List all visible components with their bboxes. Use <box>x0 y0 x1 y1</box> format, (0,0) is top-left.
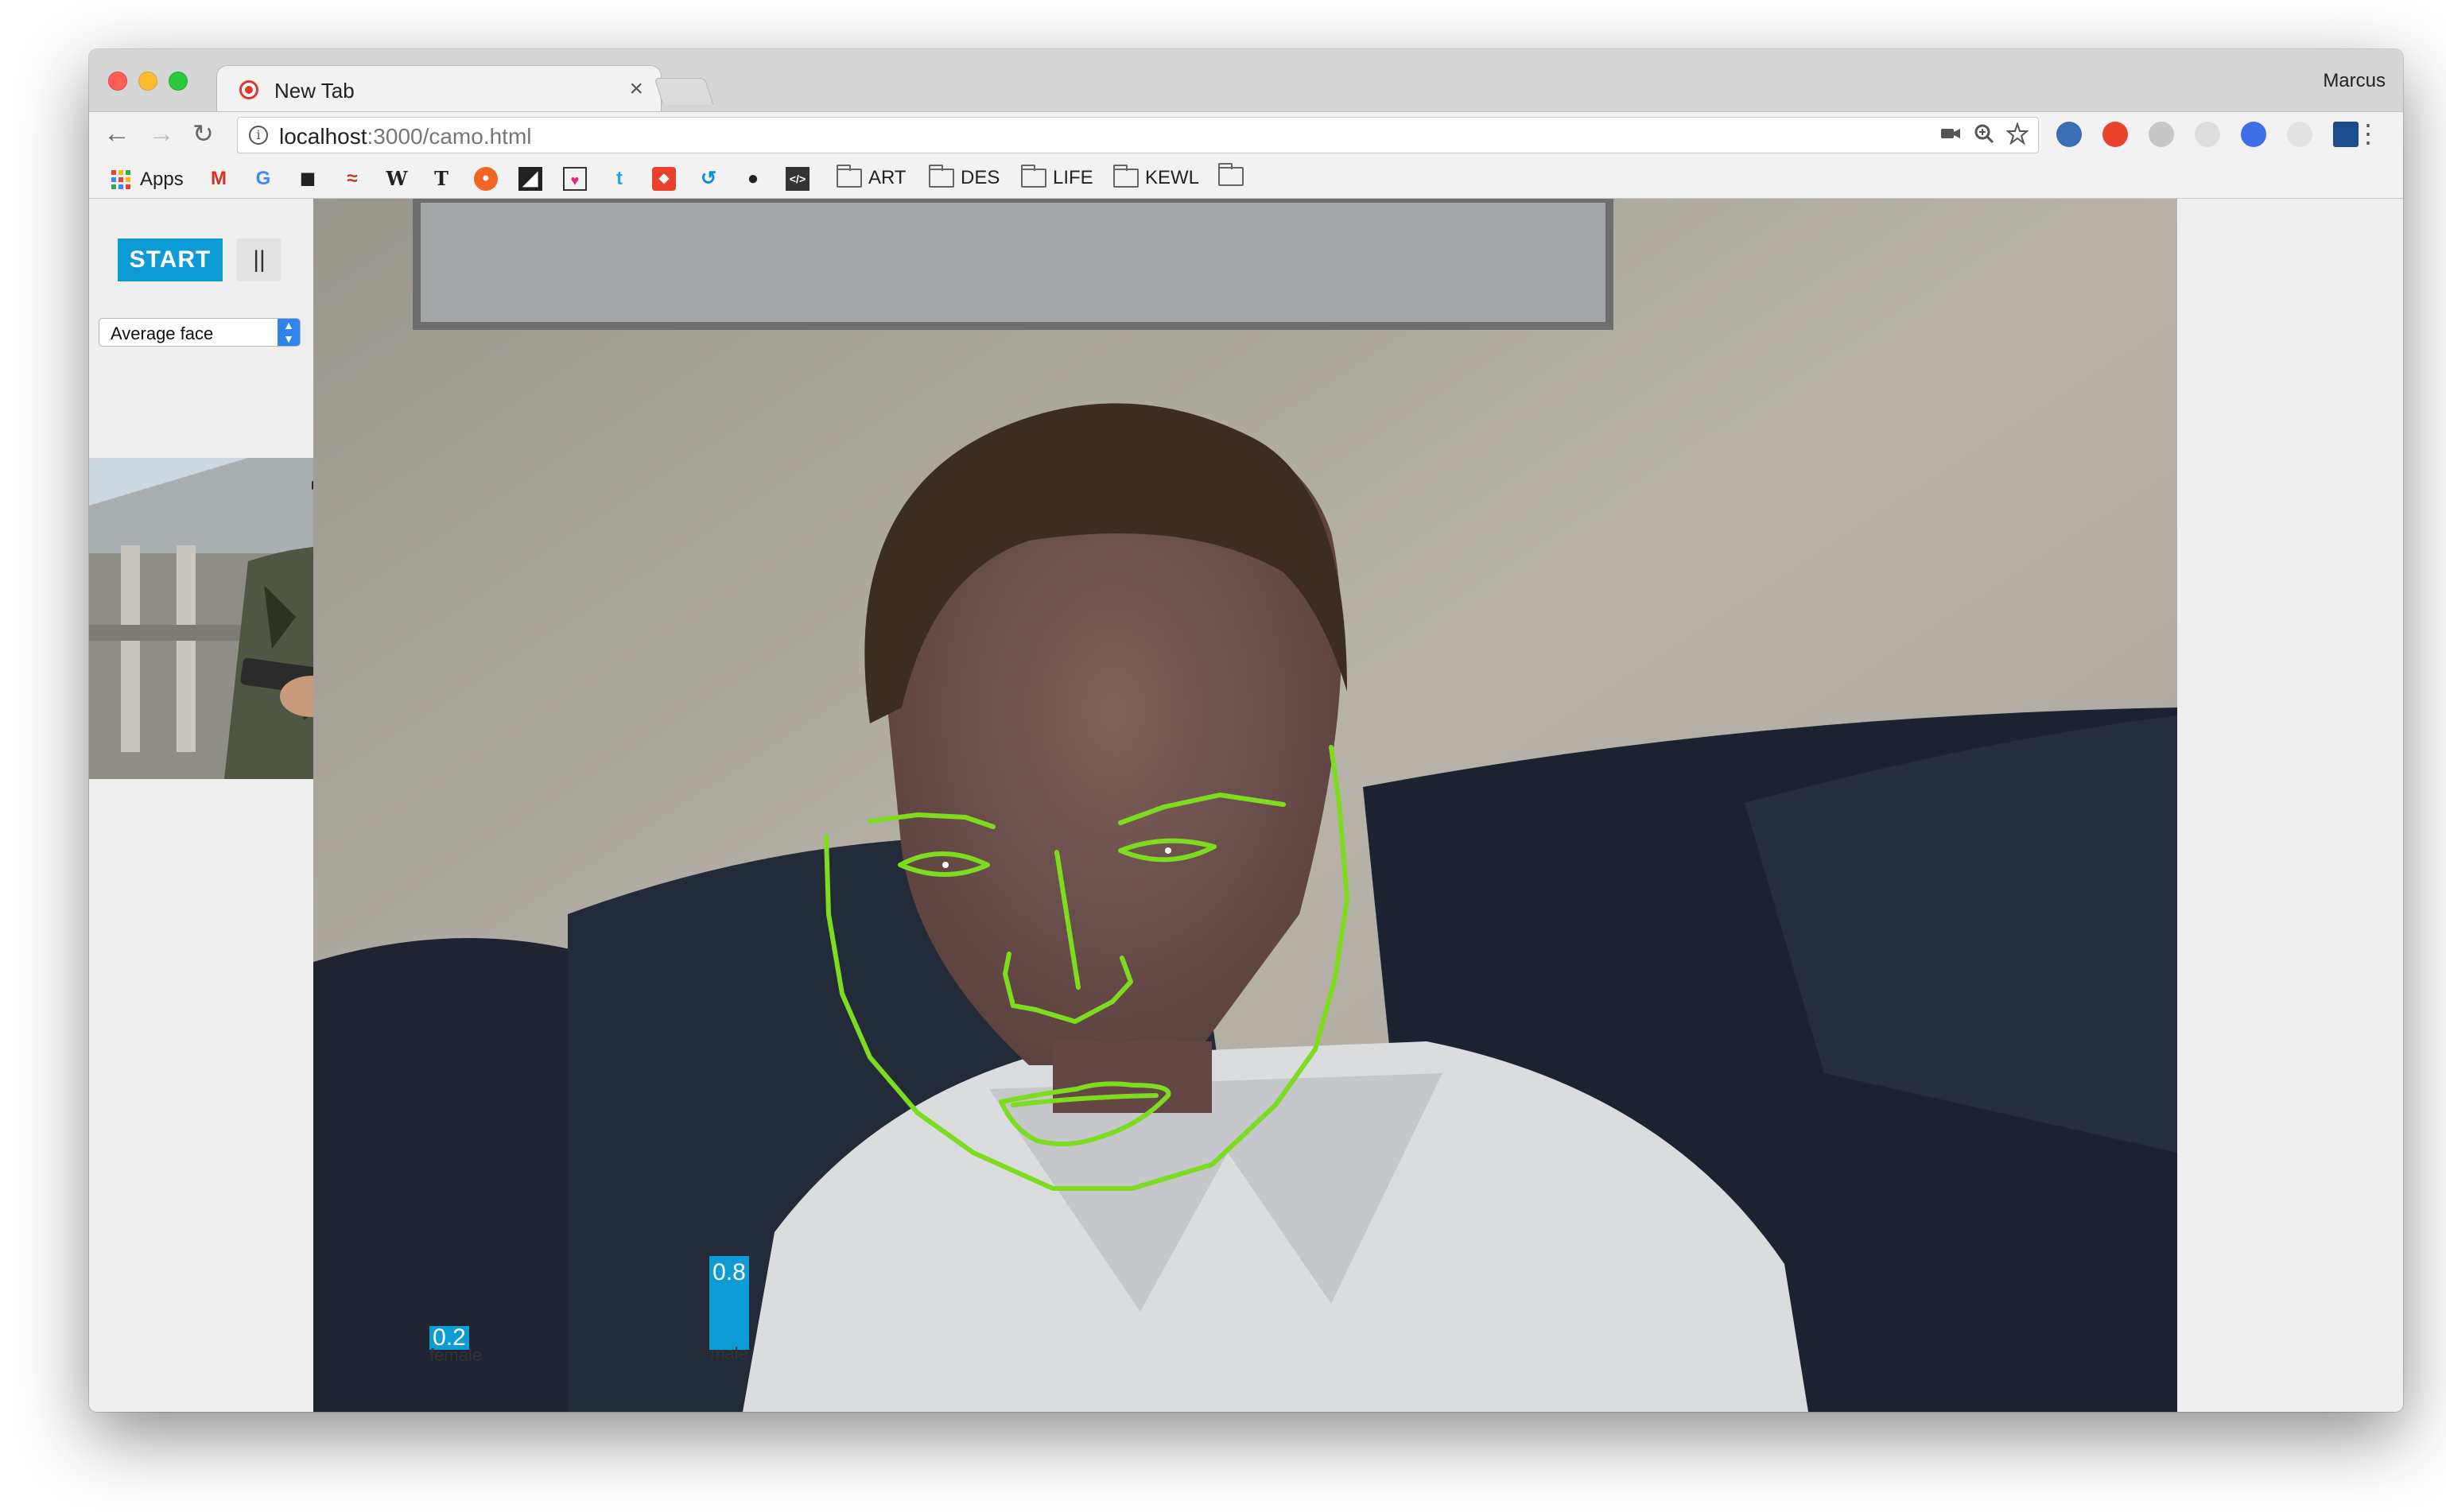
left-brow <box>868 812 996 829</box>
pause-button[interactable]: || <box>237 238 281 281</box>
address-bar[interactable]: i localhost:3000/camo.html <box>237 117 2039 153</box>
folder-icon <box>1021 165 1046 188</box>
browser-window: New Tab × Marcus ← → ↻ i localhost:3000/… <box>89 49 2403 1412</box>
title-bar: New Tab × Marcus <box>89 49 2403 111</box>
reload-icon[interactable]: ↻ <box>192 118 214 149</box>
recording-icon <box>239 80 258 99</box>
folder-label: ART <box>868 167 907 188</box>
menu-icon[interactable]: ⋮ <box>2355 118 2381 149</box>
grid-extension-icon[interactable] <box>2195 122 2220 147</box>
bookmark-folder-des[interactable]: DES <box>929 165 1000 189</box>
camera-icon[interactable] <box>1939 122 1962 145</box>
gmail-bookmark-icon[interactable]: M <box>207 167 231 191</box>
nostrils <box>1003 952 1133 1024</box>
new-tab-button[interactable] <box>654 78 714 105</box>
start-button[interactable]: START <box>118 238 223 281</box>
wikipedia-bookmark-icon[interactable]: W <box>385 167 409 191</box>
code-bookmark-icon[interactable]: </> <box>786 167 810 191</box>
nytimes-bookmark-icon[interactable]: T <box>429 167 453 191</box>
apps-grid-icon[interactable] <box>111 170 130 189</box>
profile-name[interactable]: Marcus <box>2323 70 2386 92</box>
bookmark-folder-unnamed[interactable] <box>1218 163 1250 186</box>
right-brow <box>1118 793 1286 825</box>
classifier-bar-female: 0.2 female <box>429 1324 482 1365</box>
tab-close-icon[interactable]: × <box>629 76 643 103</box>
folder-icon <box>1113 165 1139 188</box>
bookmark-star-icon[interactable] <box>2006 122 2029 145</box>
url-text: localhost:3000/camo.html <box>279 124 532 149</box>
skype-extension-icon[interactable] <box>2149 122 2174 147</box>
bookmark-folder-kewl[interactable]: KEWL <box>1113 165 1200 189</box>
bookmark-folder-art[interactable]: ART <box>837 165 907 189</box>
page-content: START || Average face ▲ ▼ 0.2 female 0.8… <box>89 199 2403 1412</box>
webcam-video: 0.2 female 0.8 male <box>313 199 2177 1412</box>
usa-bookmark-icon[interactable]: ◼ <box>296 167 320 191</box>
folder-icon <box>929 165 954 188</box>
bar-label: male <box>710 1343 748 1363</box>
pocket-bookmark-icon[interactable]: ◆ <box>652 167 676 191</box>
folder-label: KEWL <box>1145 167 1200 188</box>
zoom-window-button[interactable] <box>169 72 188 91</box>
tab-new-tab[interactable]: New Tab × <box>216 65 662 111</box>
folder-label: LIFE <box>1053 167 1093 188</box>
v-extension-icon[interactable] <box>2241 122 2266 147</box>
globe-extension-icon[interactable] <box>2056 122 2082 147</box>
zoom-icon[interactable] <box>1973 122 1995 145</box>
orange-bookmark-icon[interactable]: • <box>474 167 498 191</box>
right-pupil-marker <box>1165 847 1171 854</box>
opera-extension-icon[interactable] <box>2102 122 2128 147</box>
search-extension-icon[interactable] <box>2287 122 2312 147</box>
bookmarks-bar: Apps M G ◼ ≈ W T • ◢ ♥ t ◆ ↺ ● </> ART D… <box>89 157 2403 199</box>
folder-icon <box>1218 163 1244 186</box>
face-landmarks-overlay <box>824 745 1349 1191</box>
select-arrows-icon: ▲ ▼ <box>278 319 300 346</box>
google-bookmark-icon[interactable]: G <box>251 167 275 191</box>
minimize-window-button[interactable] <box>138 72 157 91</box>
url-path: :3000/camo.html <box>367 124 532 149</box>
bar-label: female <box>429 1345 483 1365</box>
tab-title: New Tab <box>274 79 355 103</box>
classifier-bar-male: 0.8 male <box>709 1256 749 1363</box>
omnibox-icons <box>1939 122 2029 145</box>
info-icon[interactable]: i <box>249 126 268 145</box>
sync-bookmark-icon[interactable]: ↺ <box>697 167 720 191</box>
layers-bookmark-icon[interactable]: ≈ <box>340 167 364 191</box>
folder-label: DES <box>961 167 1000 188</box>
close-window-button[interactable] <box>108 72 127 91</box>
github-bookmark-icon[interactable]: ● <box>741 167 765 191</box>
left-pupil-marker <box>942 862 949 868</box>
back-icon[interactable]: ← <box>103 118 130 149</box>
bookmark-apps[interactable]: Apps <box>140 169 184 191</box>
bar-value: 0.8 <box>712 1259 746 1285</box>
stripes-bookmark-icon[interactable]: ◢ <box>518 167 542 191</box>
face-select[interactable]: Average face ▲ ▼ <box>99 318 301 347</box>
url-host: localhost <box>279 124 367 149</box>
outer-lips <box>999 1081 1171 1146</box>
browser-toolbar: ← → ↻ i localhost:3000/camo.html ⋮ <box>89 111 2403 157</box>
bookmark-folder-life[interactable]: LIFE <box>1021 165 1093 189</box>
nose <box>1054 850 1081 990</box>
folder-icon <box>837 165 862 188</box>
face-select-value: Average face <box>111 324 214 343</box>
heart-bookmark-icon[interactable]: ♥ <box>563 167 587 191</box>
forward-icon[interactable]: → <box>148 118 175 149</box>
twitter-bookmark-icon[interactable]: t <box>608 167 631 191</box>
extension-icons <box>2056 122 2359 147</box>
jaw-outline <box>824 745 1349 1191</box>
